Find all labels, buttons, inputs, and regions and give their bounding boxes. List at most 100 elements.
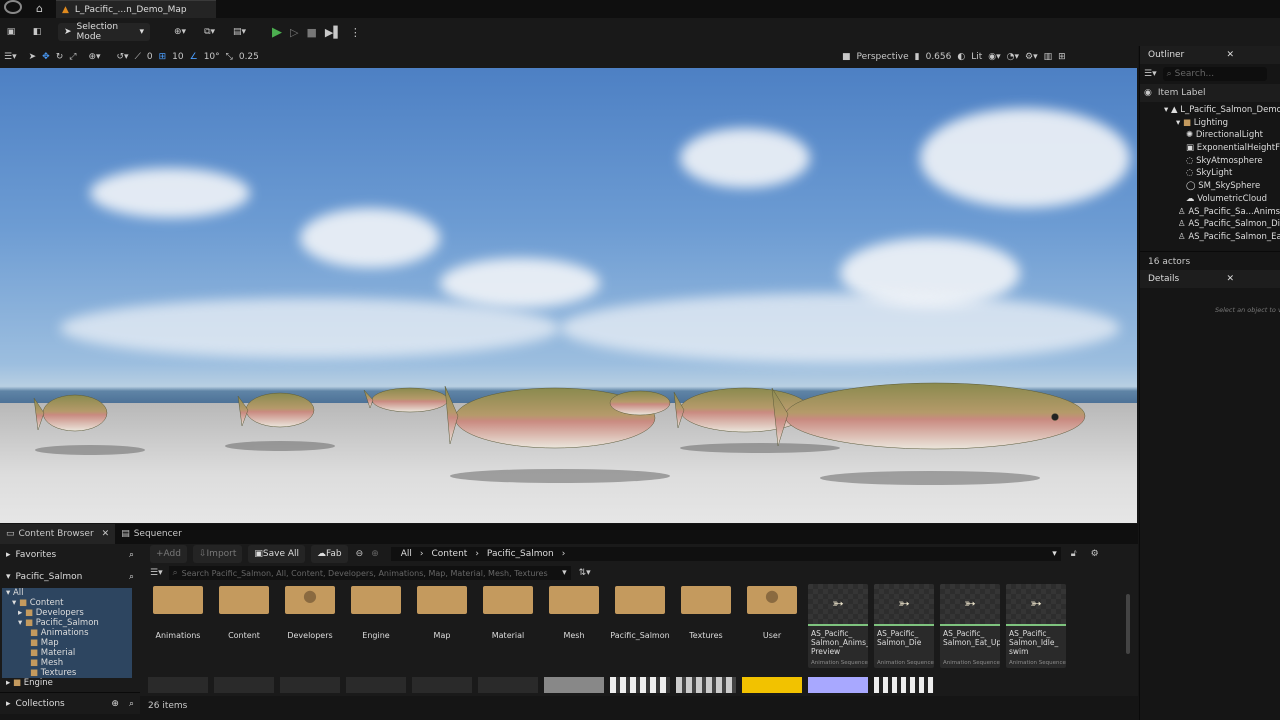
- sort-icon[interactable]: ⇅▾: [579, 568, 591, 578]
- search-icon[interactable]: ⌕: [129, 572, 134, 582]
- add-button[interactable]: + Add: [150, 545, 187, 563]
- folder-pacific-salmon[interactable]: [615, 586, 665, 614]
- rotation-snap-value[interactable]: 10°: [204, 52, 220, 62]
- filter-icon[interactable]: ☰▾: [1144, 69, 1157, 79]
- asset-eat-up[interactable]: ➳ AS_Pacific_ Salmon_Eat_Up Animation Se…: [940, 584, 1000, 668]
- filter-icon[interactable]: ☰▾: [150, 568, 163, 578]
- blueprint-icon[interactable]: ⧉▾: [204, 27, 215, 37]
- performance-icon[interactable]: ◔▾: [1007, 52, 1019, 62]
- favorites-section[interactable]: ▸ Favorites ⌕: [0, 544, 140, 566]
- breadcrumb-all[interactable]: All: [401, 549, 412, 559]
- show-flags-icon[interactable]: ◉▾: [988, 52, 1000, 62]
- content-search-input[interactable]: ⌕ Search Pacific_Salmon, All, Content, D…: [168, 566, 571, 580]
- asset-thumbnail[interactable]: [412, 677, 472, 693]
- viewport-menu-icon[interactable]: ☰▾: [4, 52, 17, 62]
- folder-developers[interactable]: ●: [285, 586, 335, 614]
- texture-thumbnail[interactable]: [610, 677, 670, 693]
- outliner-item[interactable]: ♙ AS_Pacific_Sa...Anims_P: [1140, 206, 1280, 219]
- chevron-down-icon[interactable]: ▾: [1052, 549, 1057, 559]
- content-icon[interactable]: ◧: [30, 27, 44, 37]
- breadcrumb-pacific-salmon[interactable]: Pacific_Salmon: [487, 549, 554, 559]
- outliner-item[interactable]: ♙ AS_Pacific_Salmon_Eat: [1140, 231, 1280, 244]
- import-button[interactable]: ⇩ Import: [192, 545, 243, 563]
- search-icon[interactable]: ⌕: [129, 550, 134, 560]
- close-icon[interactable]: ✕: [102, 529, 110, 539]
- search-icon[interactable]: ⌕: [129, 699, 134, 709]
- scale-snap-value[interactable]: 0.25: [239, 52, 259, 62]
- layout-icon[interactable]: ▥: [1044, 52, 1053, 62]
- home-icon[interactable]: ⌂: [36, 2, 43, 15]
- asset-thumbnail[interactable]: [214, 677, 274, 693]
- project-section[interactable]: ▾ Pacific_Salmon ⌕: [0, 566, 140, 588]
- step-icon[interactable]: ▷: [290, 26, 298, 39]
- path-breadcrumb[interactable]: All › Content › Pacific_Salmon › ▾: [390, 547, 1061, 561]
- close-icon[interactable]: ✕: [1226, 50, 1234, 60]
- texture-thumbnail[interactable]: [874, 677, 934, 693]
- folder-map[interactable]: [417, 586, 467, 614]
- scale-snap-icon[interactable]: ⤡: [226, 52, 233, 62]
- texture-thumbnail[interactable]: [742, 677, 802, 693]
- tree-item-developers[interactable]: ▸ ■ Developers: [2, 608, 132, 618]
- tree-item-content[interactable]: ▾ ■ Content: [2, 598, 132, 608]
- tree-item-textures[interactable]: ■ Textures: [2, 668, 132, 678]
- tree-item-map[interactable]: ■ Map: [2, 638, 132, 648]
- folder-engine[interactable]: [351, 586, 401, 614]
- folder-textures[interactable]: [681, 586, 731, 614]
- tree-item-mesh[interactable]: ■ Mesh: [2, 658, 132, 668]
- item-label-column[interactable]: Item Label: [1158, 88, 1206, 98]
- lock-icon[interactable]: 🔓︎: [1071, 549, 1077, 559]
- selection-mode-dropdown[interactable]: ➤ Selection Mode ▾: [58, 22, 150, 42]
- texture-thumbnail[interactable]: [808, 677, 868, 693]
- outliner-item-lighting[interactable]: ▾ ■ Lighting: [1140, 117, 1280, 130]
- translate-tool-icon[interactable]: ✥: [42, 52, 50, 62]
- asset-thumbnail[interactable]: [280, 677, 340, 693]
- lit-mode-dropdown[interactable]: Lit: [971, 52, 982, 62]
- eject-icon[interactable]: ▶▌: [325, 26, 342, 39]
- play-icon[interactable]: ▶: [272, 25, 282, 40]
- outliner-search-input[interactable]: ⌕ Search...: [1162, 67, 1267, 81]
- tree-item-animations[interactable]: ■ Animations: [2, 628, 132, 638]
- texture-thumbnail[interactable]: [676, 677, 736, 693]
- grid-snap-value[interactable]: 10: [172, 52, 183, 62]
- scrollbar[interactable]: [1126, 594, 1130, 654]
- outliner-item[interactable]: ♙ AS_Pacific_Salmon_Die: [1140, 218, 1280, 231]
- close-icon[interactable]: ✕: [1226, 274, 1234, 284]
- asset-thumbnail[interactable]: [478, 677, 538, 693]
- cinematics-icon[interactable]: ▤▾: [233, 27, 246, 37]
- rotate-tool-icon[interactable]: ↻: [56, 52, 64, 62]
- maximize-icon[interactable]: ⊞: [1058, 52, 1066, 62]
- more-options-icon[interactable]: ⋮: [350, 26, 361, 39]
- angle-snap-icon[interactable]: ⟋: [135, 52, 141, 62]
- fov-value[interactable]: 0.656: [926, 52, 952, 62]
- level-viewport[interactable]: z: [0, 68, 1137, 523]
- settings-icon[interactable]: ⚙: [1091, 549, 1099, 559]
- asset-anims-preview[interactable]: ➳ AS_Pacific_ Salmon_Anims_ Preview Anim…: [808, 584, 868, 668]
- asset-thumbnail[interactable]: [148, 677, 208, 693]
- add-collection-icon[interactable]: ⊕: [111, 699, 119, 709]
- save-all-button[interactable]: ▣ Save All: [248, 545, 306, 563]
- rotation-snap-icon[interactable]: ∠: [190, 52, 198, 62]
- history-forward-icon[interactable]: ⊕: [371, 549, 379, 559]
- grid-snap-icon[interactable]: ⊞: [159, 52, 167, 62]
- collections-section[interactable]: ▸ Collections ⊕ ⌕: [0, 692, 140, 714]
- tree-item-material[interactable]: ■ Material: [2, 648, 132, 658]
- unreal-logo-icon[interactable]: [4, 0, 22, 14]
- content-browser-tab[interactable]: ▭ Content Browser ✕: [0, 524, 116, 544]
- outliner-item[interactable]: ▣ ExponentialHeightFog: [1140, 142, 1280, 155]
- world-space-icon[interactable]: ⊕▾: [88, 52, 100, 62]
- folder-content[interactable]: [219, 586, 269, 614]
- folder-animations[interactable]: [153, 586, 203, 614]
- outliner-item-level[interactable]: ▾ ▲ L_Pacific_Salmon_Demo_: [1140, 104, 1280, 117]
- folder-material[interactable]: [483, 586, 533, 614]
- asset-die[interactable]: ➳ AS_Pacific_ Salmon_Die Animation Seque…: [874, 584, 934, 668]
- add-actor-icon[interactable]: ⊕▾: [174, 27, 186, 37]
- view-mode-dropdown[interactable]: Perspective: [857, 52, 909, 62]
- folder-user[interactable]: ●: [747, 586, 797, 614]
- scale-tool-icon[interactable]: ⤢: [69, 52, 76, 62]
- stop-icon[interactable]: ■: [307, 26, 317, 39]
- save-icon[interactable]: ▣: [4, 27, 18, 37]
- select-tool-icon[interactable]: ➤: [29, 52, 37, 62]
- outliner-item[interactable]: ☁ VolumetricCloud: [1140, 193, 1280, 206]
- surface-snap-icon[interactable]: ↺▾: [117, 52, 129, 62]
- angle-snap-value[interactable]: 0: [147, 52, 153, 62]
